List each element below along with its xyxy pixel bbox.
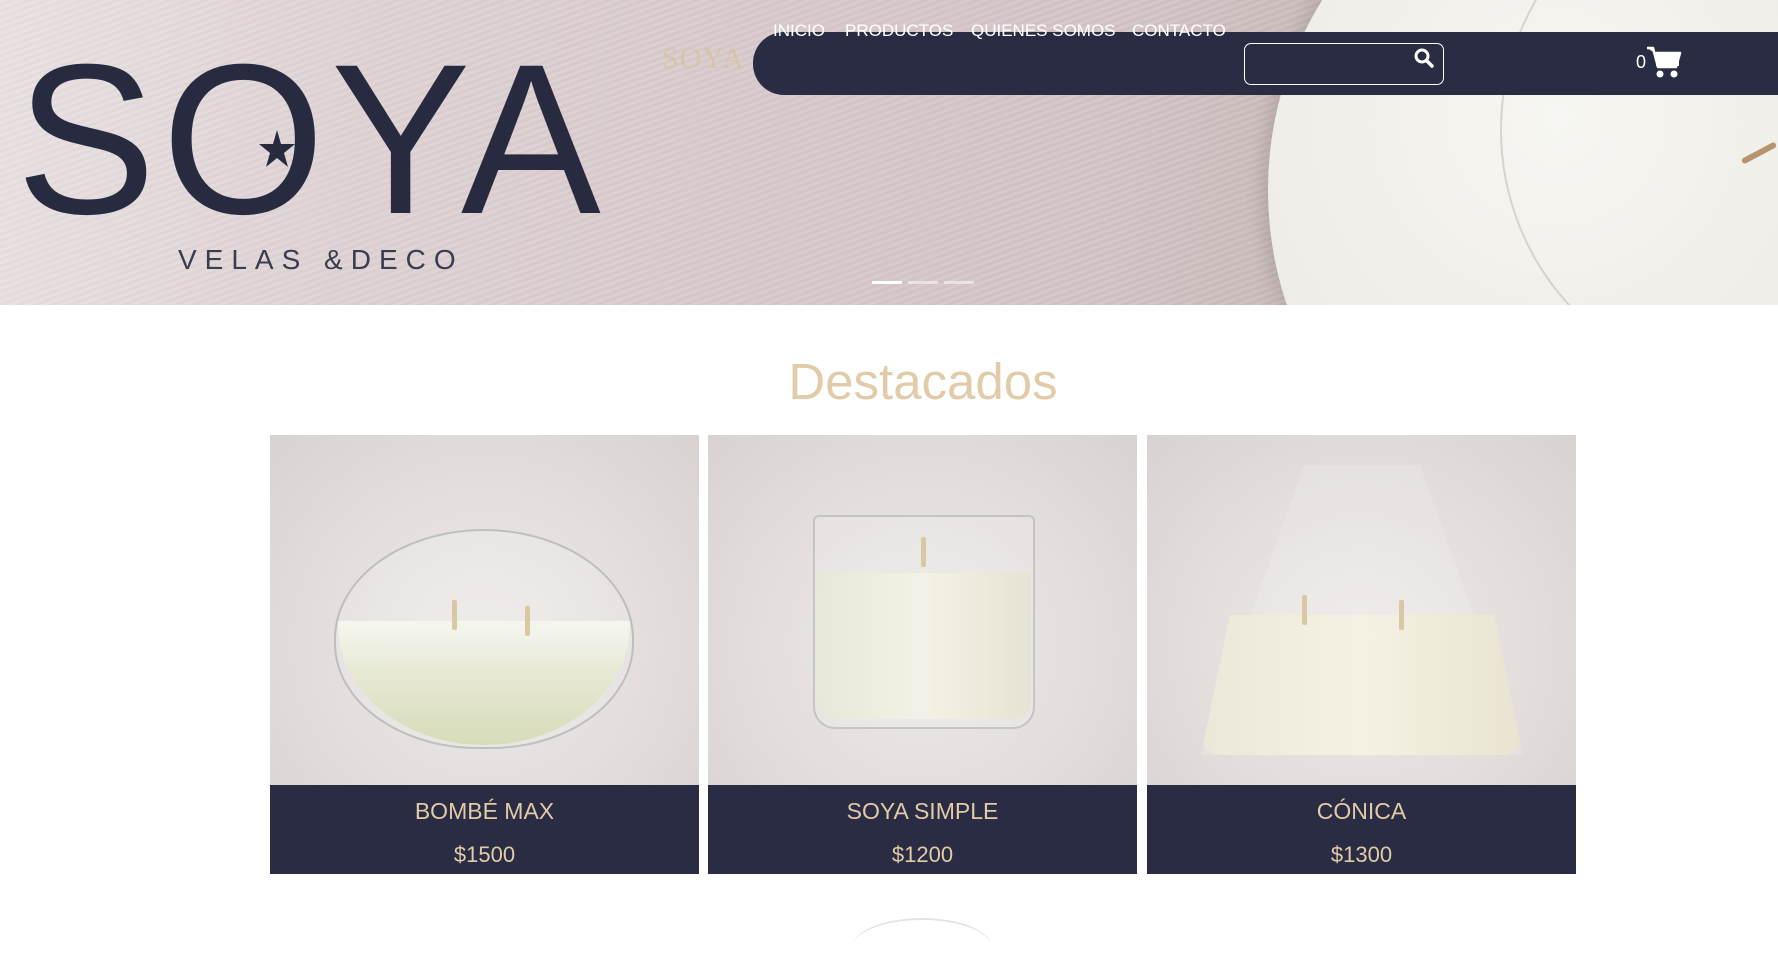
next-section-peek <box>852 918 992 978</box>
carousel-dot[interactable] <box>944 281 974 284</box>
product-name[interactable]: SOYA SIMPLE <box>708 798 1137 825</box>
product-price: $1200 <box>891 842 954 867</box>
candle-wick <box>1302 595 1307 625</box>
cart-count: 0 <box>1636 52 1647 72</box>
nav-link-productos[interactable]: PRODUCTOS <box>845 21 953 41</box>
candle-wax <box>1201 615 1523 755</box>
product-name[interactable]: CÓNICA <box>1147 798 1576 825</box>
logo-star-icon <box>259 130 295 167</box>
candle-wick <box>452 600 457 630</box>
product-price: $1300 <box>1330 842 1393 867</box>
nav-link-quienes-somos[interactable]: QUIENES SOMOS <box>971 21 1116 41</box>
featured-title: Destacados <box>788 353 1058 410</box>
product-image[interactable] <box>1147 435 1576 785</box>
candle-wick <box>1399 600 1404 630</box>
candle-wick <box>525 606 530 636</box>
product-card[interactable]: BOMBÉ MAX $1500 <box>270 435 699 874</box>
search-icon[interactable] <box>1413 47 1435 69</box>
candle-wax <box>338 621 630 745</box>
nav-link-contacto[interactable]: CONTACTO <box>1132 21 1226 41</box>
product-card[interactable]: CÓNICA $1300 <box>1147 435 1576 874</box>
product-card[interactable]: SOYA SIMPLE $1200 <box>708 435 1137 874</box>
product-price: $1500 <box>453 842 516 867</box>
logo-subtitle: VELAS &DECO <box>178 244 464 275</box>
nav-link-inicio[interactable]: INICIO <box>773 21 825 41</box>
cart-icon[interactable] <box>1646 45 1682 79</box>
candle-wick <box>921 537 926 567</box>
carousel-dot-active[interactable] <box>872 281 902 284</box>
product-name[interactable]: BOMBÉ MAX <box>270 798 699 825</box>
product-image[interactable] <box>708 435 1137 785</box>
carousel-dot[interactable] <box>908 281 938 284</box>
search-input[interactable] <box>1245 44 1405 82</box>
product-image[interactable] <box>270 435 699 785</box>
candle-wax <box>817 573 1031 719</box>
hero-ghost-text: SOYA <box>662 42 745 75</box>
